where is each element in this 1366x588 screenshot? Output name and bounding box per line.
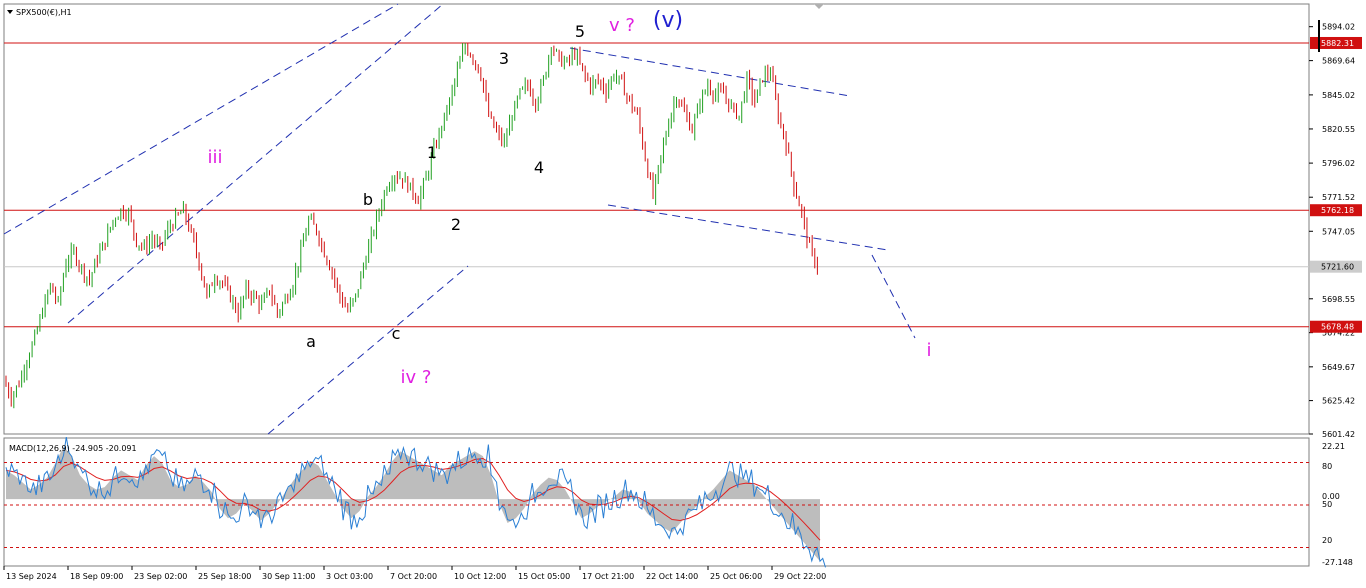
chart-window[interactable]: iii b 1 2 3 4 5 v ? (v) a c iv ? i 5894.02 5869.64 584… [0, 0, 1366, 588]
price-label: 5678.48 [1321, 323, 1354, 332]
price-tick-label: 5771.52 [1322, 193, 1355, 202]
wave-label: c [392, 324, 401, 343]
wave-label: 3 [499, 49, 509, 68]
wave-label: i [926, 340, 931, 361]
price-tick-label: 5601.42 [1322, 430, 1355, 439]
wave-label: b [363, 190, 373, 209]
price-label: 5721.60 [1321, 263, 1354, 272]
price-tick-label: 5698.55 [1322, 295, 1355, 304]
macd-tick-label: 22.21 [1322, 442, 1345, 451]
price-tick-label: 5820.55 [1322, 125, 1355, 134]
price-tick-label: 5845.02 [1322, 91, 1355, 100]
macd-tick-label: 20 [1322, 536, 1332, 545]
wave-label: (v) [653, 8, 683, 33]
time-tick-label: 3 Oct 03:00 [326, 572, 373, 581]
time-tick-label: 23 Sep 02:00 [134, 572, 187, 581]
time-tick-label: 25 Oct 06:00 [710, 572, 762, 581]
macd-tick-label: -27.148 [1322, 558, 1353, 567]
price-tick-label: 5796.02 [1322, 159, 1355, 168]
price-tick-label: 5625.42 [1322, 397, 1355, 406]
time-tick-label: 7 Oct 20:00 [390, 572, 437, 581]
wave-label: 1 [427, 143, 437, 162]
price-tick-label: 5649.67 [1322, 363, 1355, 372]
wave-label: v ? [609, 15, 635, 36]
time-tick-label: 22 Oct 14:00 [646, 572, 698, 581]
price-label: 5882.31 [1321, 39, 1354, 48]
price-axis: 5894.02 5869.64 5845.02 5820.55 5796.02 5771.… [1309, 23, 1362, 439]
time-tick-label: 17 Oct 21:00 [582, 572, 634, 581]
price-tick-label: 5747.05 [1322, 227, 1355, 236]
time-axis: 13 Sep 2024 18 Sep 09:00 23 Sep 02:00 25 Se… [3, 566, 826, 581]
macd-tick-label: 80 [1322, 462, 1332, 471]
price-tick-label: 5869.64 [1322, 57, 1355, 66]
wave-label: iii [207, 147, 222, 168]
time-tick-label: 10 Oct 12:00 [454, 572, 506, 581]
macd-axis: 22.21800.005020-27.148 [1322, 442, 1353, 567]
wave-label: iv ? [401, 367, 432, 388]
time-tick-label: 30 Sep 11:00 [262, 572, 315, 581]
wave-label: 5 [575, 22, 585, 41]
time-tick-label: 13 Sep 2024 [6, 572, 57, 581]
macd-title: MACD(12,26,9) -24.905 -20.091 [9, 444, 137, 453]
macd-tick-label: 50 [1322, 500, 1332, 509]
time-tick-label: 18 Sep 09:00 [70, 572, 123, 581]
scroll-marker [1318, 20, 1320, 52]
wave-label: 2 [451, 215, 461, 234]
price-tick-label: 5894.02 [1322, 23, 1355, 32]
price-label: 5762.18 [1321, 206, 1354, 215]
time-tick-label: 15 Oct 05:00 [518, 572, 570, 581]
wave-label: a [306, 332, 316, 351]
price-panel[interactable] [3, 3, 1310, 435]
wave-label: 4 [534, 158, 544, 177]
time-tick-label: 29 Oct 22:00 [774, 572, 826, 581]
time-tick-label: 25 Sep 18:00 [198, 572, 251, 581]
chart-title: SPX500(€),H1 [16, 8, 72, 17]
